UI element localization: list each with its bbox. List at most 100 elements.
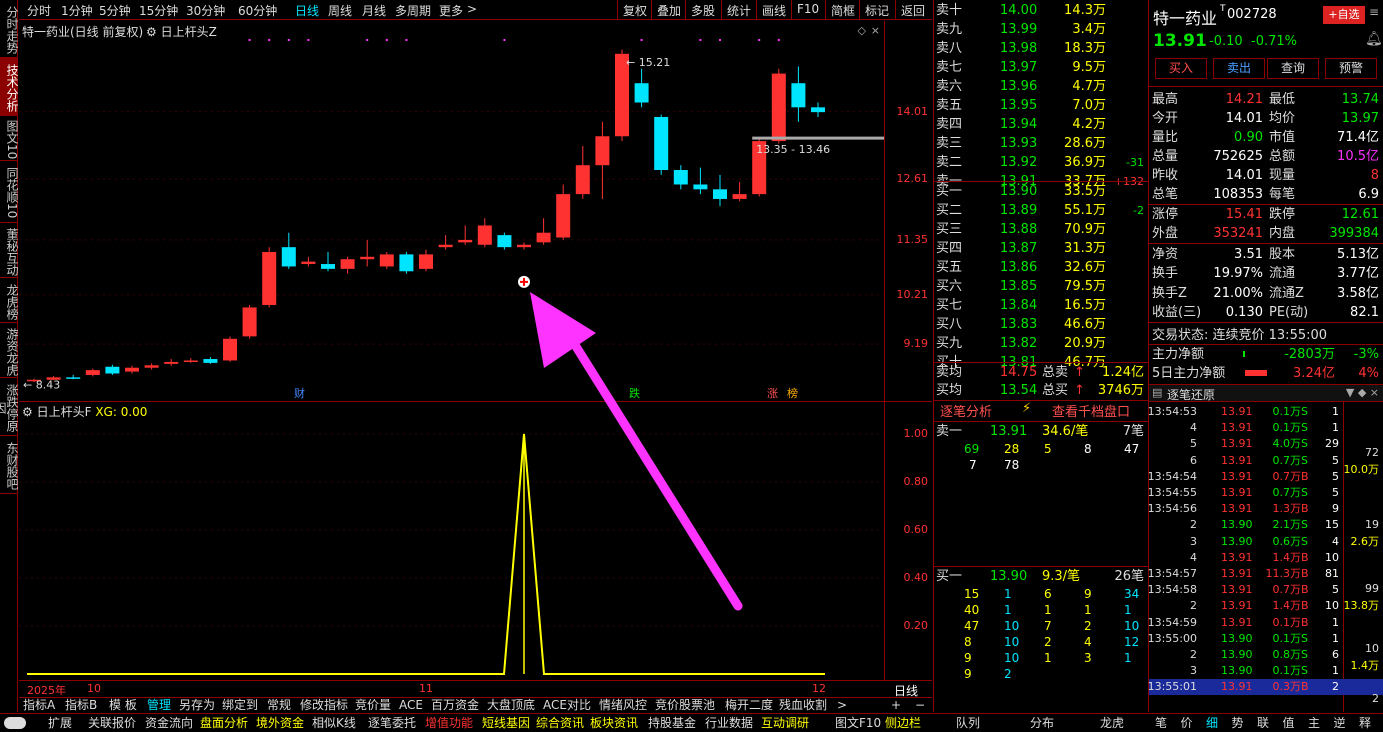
indicator-tab-12[interactable]: ACE对比 <box>543 698 591 713</box>
tick-row[interactable]: 2 13.90 2.1万 S 15 <box>1149 517 1383 533</box>
indicator-chart[interactable]: ⚙ 日上杆头F XG: 0.00 <box>19 402 884 680</box>
left-tab-4[interactable]: 董秘互动 <box>0 223 19 278</box>
tick-row[interactable]: 2 13.90 0.8万 S 6 <box>1149 647 1383 663</box>
left-tab-0[interactable]: 分时走势 <box>0 0 19 58</box>
candlestick-chart[interactable]: ← 15.21 ← 8.43 13.35 - 13.46 财 跌 涨榜 特一药业(日线 前… <box>19 21 884 401</box>
ticks-menu-icon[interactable]: ▤ <box>1152 386 1162 399</box>
detail-tab-0[interactable]: 笔 <box>1155 716 1167 731</box>
function-tab-3[interactable]: 盘面分析 <box>200 716 248 731</box>
period-tab-7[interactable]: 周线 <box>328 2 352 19</box>
bid-row[interactable]: 买四 13.87 31.3万 <box>934 239 1148 258</box>
indicator-selector[interactable]: ⚙ 日上杆头Z <box>146 23 217 40</box>
tick-row[interactable]: 13:54:53 13.91 0.1万 S 1 <box>1148 404 1383 420</box>
period-tab-5[interactable]: 60分钟 <box>238 2 277 19</box>
depth-view-tab[interactable]: 查看千档盘口 <box>1052 401 1130 420</box>
tool-btn-3[interactable]: 统计 <box>721 0 756 19</box>
candlestick-svg[interactable]: ← 15.21 ← 8.43 13.35 - 13.46 财 跌 涨榜 <box>19 21 884 401</box>
function-tab-0[interactable]: 扩展 <box>48 716 72 731</box>
function-tab-11[interactable]: 持股基金 <box>648 716 696 731</box>
function-tab-1[interactable]: 关联报价 <box>88 716 136 731</box>
toggle-switch[interactable] <box>4 717 26 729</box>
left-tab-1[interactable]: 技术分析 <box>0 58 19 116</box>
indicator-tab-5[interactable]: 绑定到 <box>222 698 258 713</box>
detail-tab-7[interactable]: 逆 <box>1334 716 1346 731</box>
indicator-tab-15[interactable]: 梅开二度 <box>725 698 773 713</box>
indicator-tab-16[interactable]: 残血收割 <box>779 698 827 713</box>
period-tab-8[interactable]: 月线 <box>362 2 386 19</box>
indicator-tab-9[interactable]: ACE <box>399 698 423 713</box>
query-button[interactable]: 查询 <box>1267 58 1319 79</box>
detail-tab-4[interactable]: 联 <box>1257 716 1269 731</box>
bid-row[interactable]: 买七 13.84 16.5万 <box>934 296 1148 315</box>
tick-row[interactable]: 13:54:55 13.91 0.7万 S 5 <box>1148 485 1383 501</box>
tick-row[interactable]: 13:54:56 13.91 1.3万 B 9 <box>1148 501 1383 517</box>
book-tab-1[interactable]: 分布 <box>1030 716 1054 731</box>
detail-tab-2[interactable]: 细 <box>1206 716 1218 731</box>
scroll-right-icon[interactable]: > <box>837 698 847 713</box>
period-tab-10[interactable]: 更多 <box>439 2 463 19</box>
ask-row[interactable]: 卖二 13.92 36.9万 -31 <box>934 153 1148 172</box>
tick-row[interactable]: 13:55:00 13.90 0.1万 S 1 <box>1148 631 1383 647</box>
period-tab-2[interactable]: 5分钟 <box>99 2 131 19</box>
left-tab-6[interactable]: 游资龙虎 <box>0 323 19 378</box>
tick-row[interactable]: 5 13.91 4.0万 S 29 <box>1149 436 1383 452</box>
ask-row[interactable]: 卖九 13.99 3.4万 <box>934 20 1148 39</box>
function-tab-9[interactable]: 综合资讯 <box>536 716 584 731</box>
settings-menu-icon[interactable]: ≡ <box>1369 5 1379 19</box>
left-tab-5[interactable]: 龙虎榜 <box>0 278 19 323</box>
indicator-tab-11[interactable]: 大盘顶底 <box>487 698 535 713</box>
ticks-controls[interactable]: ▼ ◆ × <box>1346 386 1379 399</box>
book-tab-2[interactable]: 龙虎 <box>1100 716 1124 731</box>
indicator-tab-6[interactable]: 常规 <box>267 698 291 713</box>
indicator-tab-10[interactable]: 百万资金 <box>431 698 479 713</box>
function-tab-15[interactable]: 侧边栏 <box>885 716 921 731</box>
tool-btn-5[interactable]: F10 <box>791 0 824 19</box>
gear-icon[interactable]: ⚙ <box>146 25 157 39</box>
tool-btn-4[interactable]: 画线 <box>756 0 791 19</box>
function-tab-14[interactable]: 图文F10 <box>835 716 881 731</box>
bid-row[interactable]: 买二 13.89 55.1万 -2 <box>934 201 1148 220</box>
tick-row[interactable]: 3 13.90 0.6万 S 4 <box>1149 534 1383 550</box>
bid-row[interactable]: 买八 13.83 46.6万 <box>934 315 1148 334</box>
add-icon[interactable]: + <box>891 698 901 713</box>
left-tab-8[interactable]: 东财股吧 <box>0 436 19 494</box>
tick-analysis-tab[interactable]: 逐笔分析 <box>940 401 992 420</box>
left-tab-7[interactable]: 涨跌停原因 <box>0 378 19 436</box>
indicator-tab-1[interactable]: 指标B <box>65 698 97 713</box>
function-tab-4[interactable]: 境外资金 <box>256 716 304 731</box>
indicator-svg[interactable] <box>19 402 884 680</box>
period-tab-9[interactable]: 多周期 <box>395 2 431 19</box>
tick-row[interactable]: 13:54:59 13.91 0.1万 B 1 <box>1148 615 1383 631</box>
bid-row[interactable]: 买三 13.88 70.9万 <box>934 220 1148 239</box>
left-tab-3[interactable]: 同花顺10 <box>0 161 19 223</box>
ask-row[interactable]: 卖三 13.93 28.6万 <box>934 134 1148 153</box>
bid-row[interactable]: 买九 13.82 20.9万 <box>934 334 1148 353</box>
sell-button[interactable]: 卖出 <box>1213 58 1265 79</box>
tick-row[interactable]: 3 13.90 0.1万 S 1 <box>1149 663 1383 679</box>
gear-icon[interactable]: ⚙ <box>22 405 33 419</box>
tool-btn-7[interactable]: 标记 <box>859 0 894 19</box>
tool-btn-0[interactable]: 复权 <box>617 0 652 19</box>
ask-row[interactable]: 卖六 13.96 4.7万 <box>934 77 1148 96</box>
ask-row[interactable]: 卖十 14.00 14.3万 <box>934 1 1148 20</box>
function-tab-7[interactable]: 增值功能 <box>425 716 473 731</box>
function-tab-6[interactable]: 逐笔委托 <box>368 716 416 731</box>
period-tab-0[interactable]: 分时 <box>27 2 51 19</box>
indicator-tab-14[interactable]: 竞价股票池 <box>655 698 715 713</box>
ask-row[interactable]: 卖五 13.95 7.0万 <box>934 96 1148 115</box>
detail-tab-8[interactable]: 释 <box>1359 716 1371 731</box>
alert-button[interactable]: 预警 <box>1325 58 1377 79</box>
minus-icon[interactable]: − <box>915 698 925 713</box>
indicator-tab-3[interactable]: 管理 <box>147 698 171 713</box>
bid-row[interactable]: 买五 13.86 32.6万 <box>934 258 1148 277</box>
tool-btn-8[interactable]: 返回 <box>895 0 930 19</box>
ask-row[interactable]: 卖八 13.98 18.3万 <box>934 39 1148 58</box>
function-tab-13[interactable]: 互动调研 <box>761 716 809 731</box>
tool-btn-6[interactable]: 简框 <box>825 0 860 19</box>
detail-tab-6[interactable]: 主 <box>1308 716 1320 731</box>
close-icon[interactable]: × <box>871 24 880 37</box>
period-tab-4[interactable]: 30分钟 <box>186 2 225 19</box>
bid-row[interactable]: 买六 13.85 79.5万 <box>934 277 1148 296</box>
indicator-tab-4[interactable]: 另存为 <box>179 698 215 713</box>
function-tab-5[interactable]: 相似K线 <box>312 716 356 731</box>
